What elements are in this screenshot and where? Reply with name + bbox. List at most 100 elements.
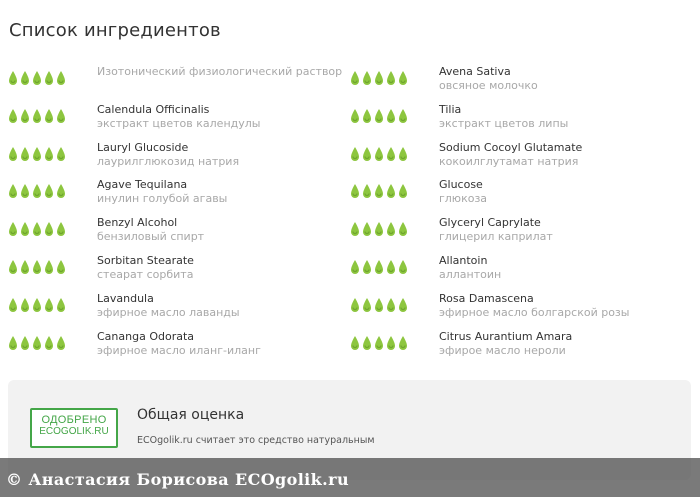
leaf-drop-icon xyxy=(375,335,383,350)
ingredient-translation: аллантоин xyxy=(439,268,502,281)
ingredient-translation: глюкоза xyxy=(439,192,488,206)
leaf-drop-icon xyxy=(21,146,29,161)
leaf-drop-icon xyxy=(387,222,395,237)
ingredient-rating xyxy=(8,183,66,199)
badge-site-label: ECOGOLIK.RU xyxy=(39,426,109,437)
leaf-drop-icon xyxy=(399,184,407,199)
leaf-drop-icon xyxy=(387,297,395,312)
ingredient-name: Lavandula xyxy=(97,291,154,305)
leaf-drop-icon xyxy=(9,297,17,312)
leaf-drop-icon xyxy=(21,71,29,85)
ingredient-translation: стеарат сорбита xyxy=(97,268,194,281)
leaf-drop-icon xyxy=(33,108,41,123)
leaf-drop-icon xyxy=(399,71,407,85)
ingredient-item: Calendula Officinalis экстракт цветов ка… xyxy=(8,100,348,134)
ingredient-rating xyxy=(8,108,66,124)
ingredient-name: Citrus Aurantium Amara xyxy=(439,329,573,343)
leaf-drop-icon xyxy=(33,71,41,85)
ingredient-translation: инулин голубой агавы xyxy=(97,192,228,206)
ingredient-rating xyxy=(350,335,408,351)
leaf-drop-icon xyxy=(21,108,29,123)
ingredient-item: Cananga Odorata эфирное масло иланг-илан… xyxy=(8,327,348,361)
ingredient-item: Lauryl Glucoside лаурилглюкозид натрия xyxy=(8,138,348,172)
leaf-drop-icon xyxy=(375,260,383,274)
ingredient-item: Glucose глюкоза xyxy=(350,175,690,209)
leaf-drop-icon xyxy=(21,260,29,274)
ingredient-item: Изотонический физиологический раствор xyxy=(8,62,348,96)
leaf-drop-icon xyxy=(363,335,371,350)
leaf-drop-icon xyxy=(9,184,17,199)
watermark-bar: © Анастасия Борисова ECOgolik.ru xyxy=(0,458,700,497)
leaf-drop-icon xyxy=(33,260,41,274)
leaf-drop-icon xyxy=(399,222,407,237)
leaf-drop-icon xyxy=(9,108,17,123)
leaf-drop-icon xyxy=(45,335,53,350)
ingredient-rating xyxy=(350,297,408,313)
leaf-drop-icon xyxy=(45,222,53,237)
leaf-drop-icon xyxy=(45,184,53,199)
leaf-drop-icon xyxy=(387,108,395,123)
ingredient-rating xyxy=(350,259,408,275)
leaf-drop-icon xyxy=(387,335,395,350)
leaf-drop-icon xyxy=(9,335,17,350)
page-title: Список ингредиентов xyxy=(9,20,221,41)
leaf-drop-icon xyxy=(33,222,41,237)
ingredient-rating xyxy=(8,259,66,275)
ingredient-item: Allantoin аллантоин xyxy=(350,251,690,285)
ingredient-name: Calendula Officinalis xyxy=(97,102,210,116)
leaf-drop-icon xyxy=(351,335,359,350)
ingredient-rating xyxy=(8,70,66,86)
ingredient-rating xyxy=(8,146,66,162)
leaf-drop-icon xyxy=(57,222,65,237)
ingredient-name: Glucose xyxy=(439,178,483,192)
leaf-drop-icon xyxy=(57,108,65,123)
approved-badge: ОДОБРЕНО ECOGOLIK.RU xyxy=(30,408,118,448)
ingredient-translation: экстракт цветов липы xyxy=(439,116,569,130)
leaf-drop-icon xyxy=(363,71,371,85)
ingredient-translation: эфирное масло болгарской розы xyxy=(439,305,630,319)
ingredient-name: Sorbitan Stearate xyxy=(97,254,194,267)
leaf-drop-icon xyxy=(399,335,407,350)
leaf-drop-icon xyxy=(399,260,407,274)
ingredient-translation: эфирное масло лаванды xyxy=(97,305,240,319)
ingredient-item: Lavandula эфирное масло лаванды xyxy=(8,289,348,323)
ingredient-translation: кокоилглутамат натрия xyxy=(439,154,579,168)
ingredient-name: Изотонический физиологический раствор xyxy=(97,65,343,78)
leaf-drop-icon xyxy=(57,335,65,350)
summary-text: ECOgolik.ru считает это средство натурал… xyxy=(137,435,375,446)
leaf-drop-icon xyxy=(9,260,17,274)
leaf-drop-icon xyxy=(21,297,29,312)
ingredient-name: Sodium Cocoyl Glutamate xyxy=(439,140,583,154)
ingredient-rating xyxy=(350,146,408,162)
leaf-drop-icon xyxy=(57,146,65,161)
ingredient-rating xyxy=(8,335,66,351)
summary-title: Общая оценка xyxy=(137,407,245,423)
leaf-drop-icon xyxy=(33,335,41,350)
ingredient-rating xyxy=(350,183,408,199)
leaf-drop-icon xyxy=(45,146,53,161)
leaf-drop-icon xyxy=(33,184,41,199)
leaf-drop-icon xyxy=(399,297,407,312)
leaf-drop-icon xyxy=(9,71,17,85)
ingredient-item: Rosa Damascena эфирное масло болгарской … xyxy=(350,289,690,323)
watermark-text: © Анастасия Борисова ECOgolik.ru xyxy=(6,470,349,489)
ingredient-item: Benzyl Alcohol бензиловый спирт xyxy=(8,213,348,247)
ingredient-item: Avena Sativa овсяное молочко xyxy=(350,62,690,96)
ingredient-translation: эфирое масло нероли xyxy=(439,343,566,357)
ingredient-translation: эфирное масло иланг-иланг xyxy=(97,343,261,357)
leaf-drop-icon xyxy=(351,184,359,199)
leaf-drop-icon xyxy=(375,108,383,123)
leaf-drop-icon xyxy=(351,222,359,237)
leaf-drop-icon xyxy=(375,297,383,312)
ingredient-translation: глицерил каприлат xyxy=(439,230,553,244)
leaf-drop-icon xyxy=(399,108,407,123)
leaf-drop-icon xyxy=(351,260,359,274)
ingredient-item: Sodium Cocoyl Glutamate кокоилглутамат н… xyxy=(350,138,690,172)
leaf-drop-icon xyxy=(363,297,371,312)
leaf-drop-icon xyxy=(375,184,383,199)
leaf-drop-icon xyxy=(33,297,41,312)
leaf-drop-icon xyxy=(375,146,383,161)
ingredient-rating xyxy=(8,221,66,237)
leaf-drop-icon xyxy=(351,108,359,123)
leaf-drop-icon xyxy=(21,335,29,350)
